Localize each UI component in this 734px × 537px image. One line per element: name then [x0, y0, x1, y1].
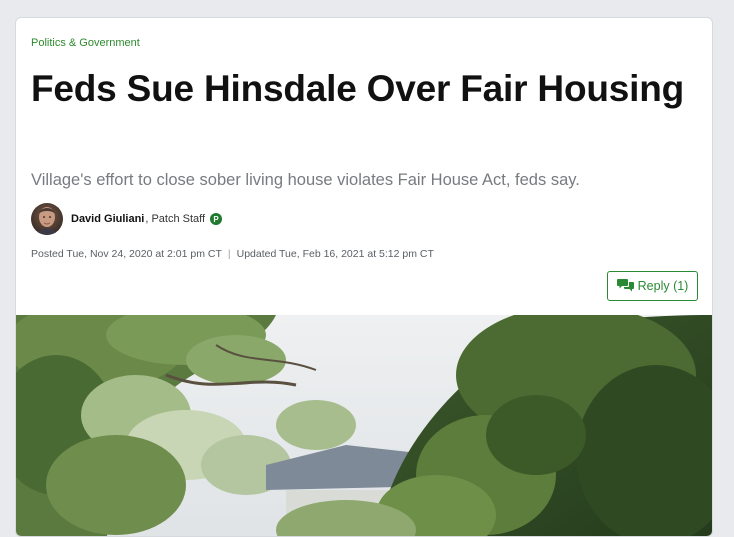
- article-title: Feds Sue Hinsdale Over Fair Housing: [31, 68, 685, 109]
- article-dates: Posted Tue, Nov 24, 2020 at 2:01 pm CT |…: [31, 248, 434, 260]
- author-byline: David Giuliani, Patch Staff P: [31, 203, 223, 235]
- updated-date: Updated Tue, Feb 16, 2021 at 5:12 pm CT: [236, 248, 434, 260]
- date-separator: |: [227, 248, 231, 260]
- posted-date: Posted Tue, Nov 24, 2020 at 2:01 pm CT: [31, 248, 222, 260]
- reply-button[interactable]: Reply (1): [607, 271, 698, 301]
- article-card: Politics & Government Feds Sue Hinsdale …: [15, 17, 713, 537]
- avatar[interactable]: [31, 203, 63, 235]
- article-subtitle: Village's effort to close sober living h…: [31, 171, 580, 189]
- patch-p-badge-icon: P: [210, 213, 223, 225]
- category-link[interactable]: Politics & Government: [31, 37, 140, 49]
- author-role: , Patch Staff: [145, 213, 206, 225]
- reply-label: Reply (1): [637, 279, 689, 293]
- chat-bubbles-icon: [616, 278, 638, 295]
- article-hero-image[interactable]: [16, 315, 712, 536]
- author-name-link[interactable]: David Giuliani: [71, 213, 144, 225]
